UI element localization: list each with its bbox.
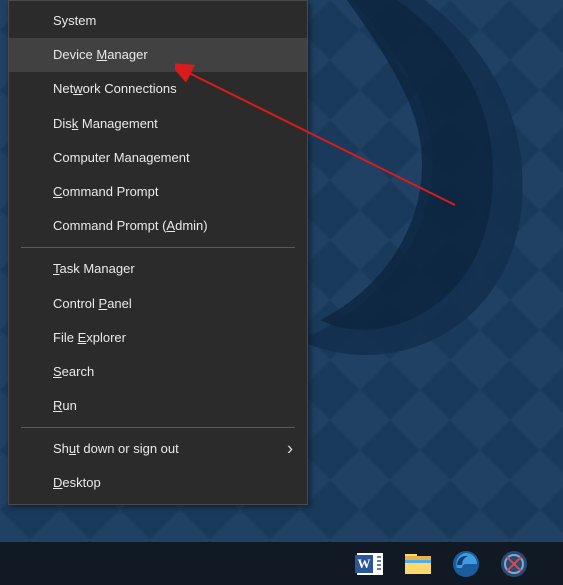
- menu-item-computer-management[interactable]: Computer Management: [9, 141, 307, 175]
- chevron-right-icon: ›: [287, 437, 293, 462]
- menu-item-control-panel[interactable]: Control Panel: [9, 287, 307, 321]
- word-icon[interactable]: W: [350, 544, 390, 584]
- menu-item-label: Search: [53, 364, 94, 379]
- menu-item-run[interactable]: Run: [9, 389, 307, 423]
- menu-item-label: Desktop: [53, 475, 101, 490]
- menu-item-label: Task Manager: [53, 261, 135, 276]
- menu-item-label: Command Prompt: [53, 184, 158, 199]
- menu-item-label: Device Manager: [53, 47, 148, 62]
- menu-item-label: Run: [53, 398, 77, 413]
- menu-item-command-prompt-admin[interactable]: Command Prompt (Admin): [9, 209, 307, 243]
- menu-item-desktop[interactable]: Desktop: [9, 466, 307, 500]
- menu-item-label: Computer Management: [53, 150, 190, 165]
- menu-separator: [21, 247, 295, 248]
- menu-item-label: Network Connections: [53, 81, 177, 96]
- menu-item-command-prompt[interactable]: Command Prompt: [9, 175, 307, 209]
- menu-item-label: Shut down or sign out: [53, 441, 179, 456]
- menu-separator: [21, 427, 295, 428]
- menu-item-label: Disk Management: [53, 116, 158, 131]
- menu-item-task-manager[interactable]: Task Manager: [9, 252, 307, 286]
- file-explorer-icon[interactable]: [398, 544, 438, 584]
- menu-item-disk-management[interactable]: Disk Management: [9, 107, 307, 141]
- menu-item-search[interactable]: Search: [9, 355, 307, 389]
- menu-item-device-manager[interactable]: Device Manager: [9, 38, 307, 72]
- snip-icon[interactable]: [494, 544, 534, 584]
- menu-item-system[interactable]: System: [9, 4, 307, 38]
- menu-item-label: Control Panel: [53, 296, 132, 311]
- menu-item-file-explorer[interactable]: File Explorer: [9, 321, 307, 355]
- menu-item-label: Command Prompt (Admin): [53, 218, 208, 233]
- menu-item-label: File Explorer: [53, 330, 126, 345]
- menu-item-network-connections[interactable]: Network Connections: [9, 72, 307, 106]
- taskbar: W: [0, 542, 563, 585]
- menu-item-label: System: [53, 13, 96, 28]
- menu-item-shut-down-or-sign-out[interactable]: Shut down or sign out ›: [9, 432, 307, 466]
- svg-text:W: W: [358, 556, 371, 571]
- winx-context-menu: System Device Manager Network Connections D…: [8, 0, 308, 505]
- edge-icon[interactable]: [446, 544, 486, 584]
